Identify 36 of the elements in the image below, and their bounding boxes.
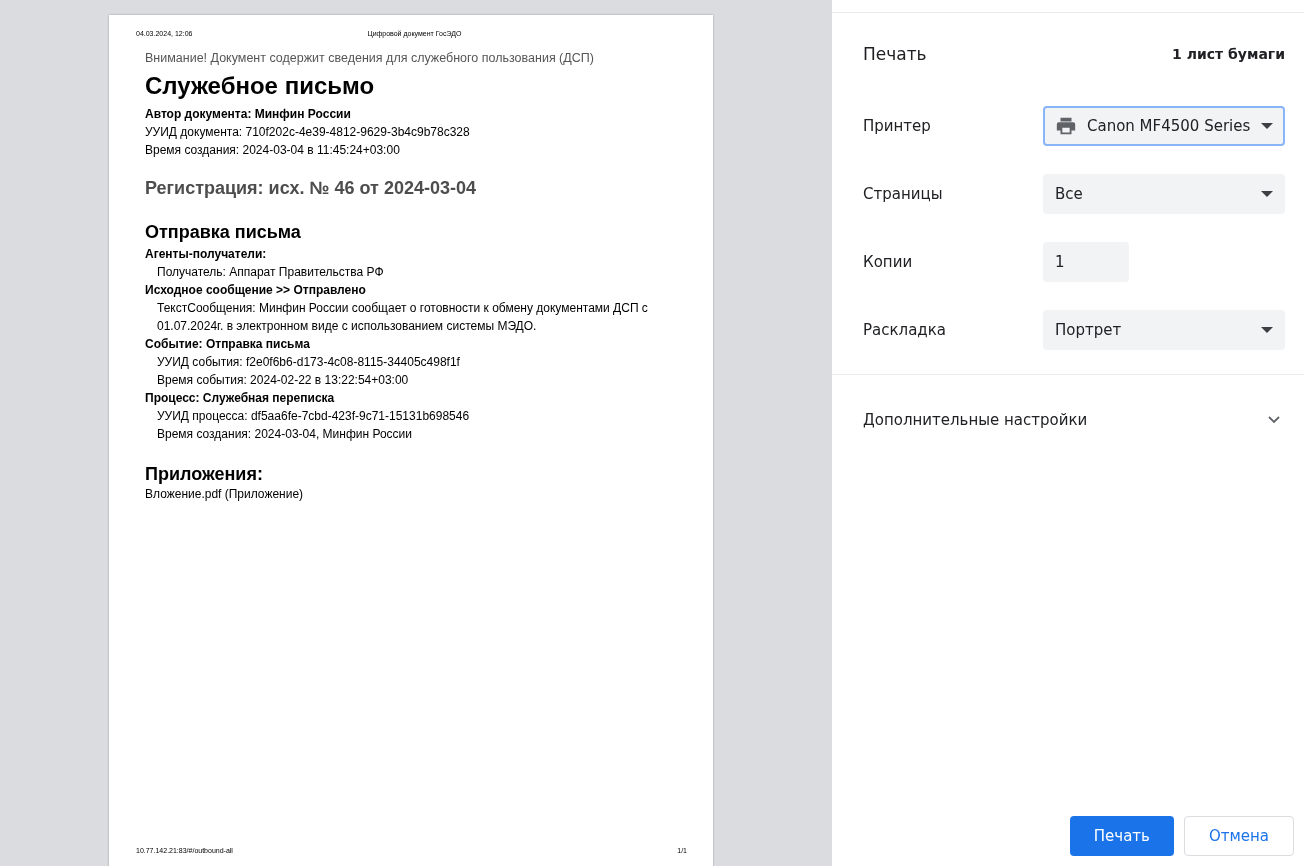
caret-icon — [1261, 327, 1273, 333]
printer-icon — [1055, 115, 1077, 137]
caret-icon — [1261, 123, 1273, 129]
copies-field[interactable]: 1 — [1043, 242, 1129, 282]
document-text: УУИД процесса: df5aa6fe-7cbd-423f-9c71-15131b698546 — [156, 408, 471, 425]
document-text: Приложения: — [145, 463, 264, 485]
caret-icon — [1261, 191, 1273, 197]
dialog-title: Печать — [863, 44, 927, 64]
document-text: Регистрация: исх. № 46 от 2024-03-04 — [145, 179, 477, 197]
dropdown[interactable]: Портрет — [1043, 310, 1285, 350]
document-text: Процесс: Служебная переписка — [145, 390, 336, 407]
document-text: Получатель: Аппарат Правительства РФ — [156, 264, 385, 281]
setting-label: Страницы — [863, 185, 944, 203]
cancel-button[interactable]: Отмена — [1183, 816, 1294, 856]
document-text: Отправка письма — [145, 221, 302, 243]
document-text: Событие: Отправка письма — [145, 336, 311, 353]
dropdown[interactable]: Canon MF4500 Series — [1043, 106, 1285, 146]
document-text: Время события: 2024-02-22 в 13:22:54+03:00 — [156, 372, 410, 389]
document-text: УУИД документа: 710f202c-4e39-4812-9629-3b4c9b78c328 — [145, 124, 471, 141]
more-settings-toggle[interactable]: Дополнительные настройки — [832, 374, 1304, 429]
document-text: Исходное сообщение >> Отправлено — [145, 282, 367, 299]
dropdown[interactable]: Все — [1043, 174, 1285, 214]
print-button[interactable]: Печать — [1069, 816, 1174, 856]
setting-label: Раскладка — [863, 321, 947, 339]
document-text: УУИД события: f2e0f6b6-d173-4c08-8115-34405c498f1f — [156, 354, 461, 371]
document-text: Вложение.pdf (Приложение) — [145, 486, 305, 503]
document-text: Служебное письмо — [145, 71, 376, 101]
setting-label: Принтер — [863, 117, 932, 135]
document-text: Агенты-получатели: — [145, 246, 268, 263]
document-text: Время создания: 2024-03-04, Минфин России — [156, 426, 413, 443]
document-text: Время создания: 2024-03-04 в 11:45:24+03:00 — [145, 142, 401, 159]
sheet-count: 1 лист бумаги — [1172, 46, 1285, 62]
document-text: Внимание! Документ содержит сведения для служебного пользования (ДСП) — [145, 50, 595, 67]
document-text: Автор документа: Минфин России — [145, 106, 352, 123]
document-text: ТекстСообщения: Минфин России сообщает о готовности к обмену документами ДСП с 01.07.2024г. в электронном виде с использованием системы МЭДО. — [156, 300, 649, 335]
setting-label: Копии — [863, 253, 914, 271]
